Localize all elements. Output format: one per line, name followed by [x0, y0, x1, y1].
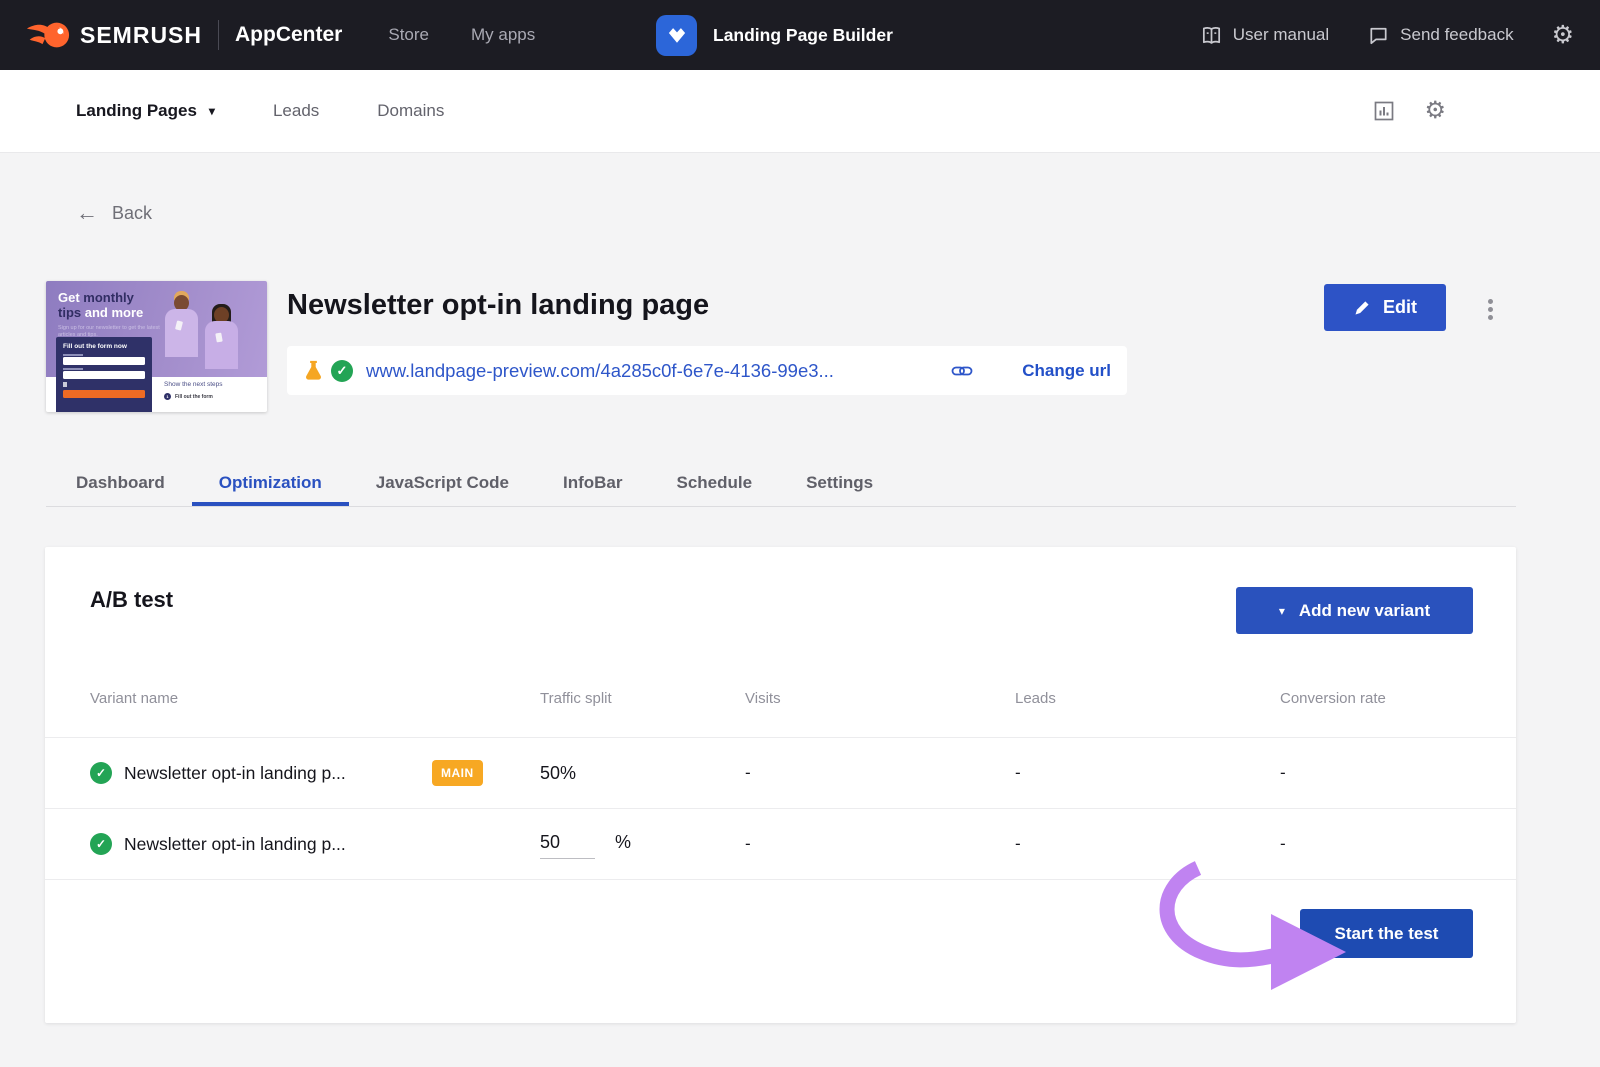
variant-name: Newsletter opt-in landing p...	[124, 763, 346, 784]
topbar-actions: User manual Send feedback ⚙	[1200, 23, 1574, 48]
conversion-value: -	[1280, 763, 1471, 783]
url-bar: ✓ www.landpage-preview.com/4a285c0f-6e7e…	[287, 346, 1127, 395]
subnav-item-domains[interactable]: Domains	[377, 101, 444, 121]
tab-optimization[interactable]: Optimization	[192, 460, 349, 506]
current-app: Landing Page Builder	[656, 0, 893, 70]
pencil-icon	[1353, 299, 1371, 317]
top-navbar: SEMRUSH AppCenter Store My apps Landing …	[0, 0, 1600, 70]
col-leads: Leads	[1015, 690, 1280, 707]
col-visits: Visits	[745, 690, 1015, 707]
thumbnail-form: Fill out the form now	[56, 337, 152, 412]
tab-settings[interactable]: Settings	[779, 460, 900, 506]
back-button[interactable]: ← Back	[76, 202, 152, 224]
chevron-down-icon: ▾	[1279, 604, 1285, 618]
brand-divider	[218, 20, 219, 50]
traffic-split-value: 50%	[540, 763, 745, 784]
back-label: Back	[112, 203, 152, 224]
brand-name: SEMRUSH	[80, 22, 202, 49]
feedback-bubble-icon	[1367, 24, 1390, 47]
edit-button[interactable]: Edit	[1324, 284, 1446, 331]
book-icon	[1200, 24, 1223, 47]
table-bottom-divider	[45, 879, 1516, 880]
topbar-link-store[interactable]: Store	[388, 25, 429, 45]
semrush-logo[interactable]: SEMRUSH	[26, 20, 202, 50]
conversion-value: -	[1280, 834, 1471, 854]
subnav-item-landing-pages[interactable]: Landing Pages ▾	[76, 101, 215, 121]
tab-dashboard[interactable]: Dashboard	[46, 460, 192, 506]
send-feedback-button[interactable]: Send feedback	[1367, 24, 1513, 47]
variants-table-header: Variant name Traffic split Visits Leads …	[45, 690, 1516, 707]
page-tabs: Dashboard Optimization JavaScript Code I…	[46, 460, 1516, 507]
app-subnav: Landing Pages ▾ Leads Domains ⚙	[0, 70, 1600, 153]
tab-javascript-code[interactable]: JavaScript Code	[349, 460, 536, 506]
landing-page-url-link[interactable]: www.landpage-preview.com/4a285c0f-6e7e-4…	[366, 360, 834, 382]
variant-name: Newsletter opt-in landing p...	[124, 834, 346, 855]
app-name: Landing Page Builder	[713, 25, 893, 46]
thumbnail-heading: Get monthly tips and more	[58, 290, 143, 320]
col-variant-name: Variant name	[90, 690, 540, 707]
ab-flask-icon	[302, 359, 325, 382]
copy-link-icon[interactable]	[950, 359, 974, 383]
visits-value: -	[745, 763, 1015, 783]
landing-page-builder-app-icon	[656, 15, 697, 56]
product-name: AppCenter	[235, 23, 342, 47]
topbar-links: Store My apps	[388, 25, 535, 45]
visits-value: -	[745, 834, 1015, 854]
subnav-icons: ⚙	[1372, 99, 1524, 123]
variant-active-icon: ✓	[90, 833, 112, 855]
traffic-split-input[interactable]	[540, 830, 595, 859]
more-options-kebab[interactable]	[1481, 292, 1499, 326]
landing-pages-label: Landing Pages	[76, 101, 197, 121]
semrush-flame-icon	[26, 20, 70, 50]
ab-test-card: A/B test ▾ Add new variant Variant name …	[45, 547, 1516, 1023]
user-manual-label: User manual	[1233, 25, 1329, 45]
landing-page-thumbnail: Get monthly tips and more Sign up for ou…	[46, 281, 267, 412]
percent-suffix: %	[615, 832, 631, 853]
variant-row-challenger: ✓ Newsletter opt-in landing p... % - - -	[45, 808, 1516, 879]
col-conversion-rate: Conversion rate	[1280, 690, 1471, 707]
analytics-chart-icon[interactable]	[1372, 99, 1396, 123]
subnav-item-leads[interactable]: Leads	[273, 101, 319, 121]
subnav-gear-icon[interactable]: ⚙	[1424, 99, 1446, 123]
topbar-gear-icon[interactable]: ⚙	[1552, 23, 1574, 48]
tab-infobar[interactable]: InfoBar	[536, 460, 650, 506]
variant-active-icon: ✓	[90, 762, 112, 784]
topbar-link-my-apps[interactable]: My apps	[471, 25, 535, 45]
url-verified-icon: ✓	[331, 360, 353, 382]
main-badge: MAIN	[432, 760, 483, 786]
tab-schedule[interactable]: Schedule	[649, 460, 779, 506]
user-manual-button[interactable]: User manual	[1200, 24, 1329, 47]
thumbnail-steps: Show the next steps 1 Fill out the form	[164, 381, 223, 400]
ab-test-title: A/B test	[90, 587, 173, 613]
variant-row-main: ✓ Newsletter opt-in landing p... MAIN 50…	[45, 737, 1516, 808]
change-url-button[interactable]: Change url	[1022, 361, 1111, 381]
page-body: ← Back Get monthly tips and more Sign up…	[0, 153, 1600, 1067]
back-arrow-icon: ←	[76, 202, 98, 224]
page-title: Newsletter opt-in landing page	[287, 289, 709, 322]
add-variant-label: Add new variant	[1299, 601, 1430, 621]
start-the-test-button[interactable]: Start the test	[1300, 909, 1473, 958]
add-new-variant-button[interactable]: ▾ Add new variant	[1236, 587, 1473, 634]
leads-value: -	[1015, 834, 1280, 854]
edit-label: Edit	[1383, 297, 1417, 318]
send-feedback-label: Send feedback	[1400, 25, 1513, 45]
leads-value: -	[1015, 763, 1280, 783]
col-traffic-split: Traffic split	[540, 690, 745, 707]
chevron-down-icon: ▾	[209, 104, 215, 118]
